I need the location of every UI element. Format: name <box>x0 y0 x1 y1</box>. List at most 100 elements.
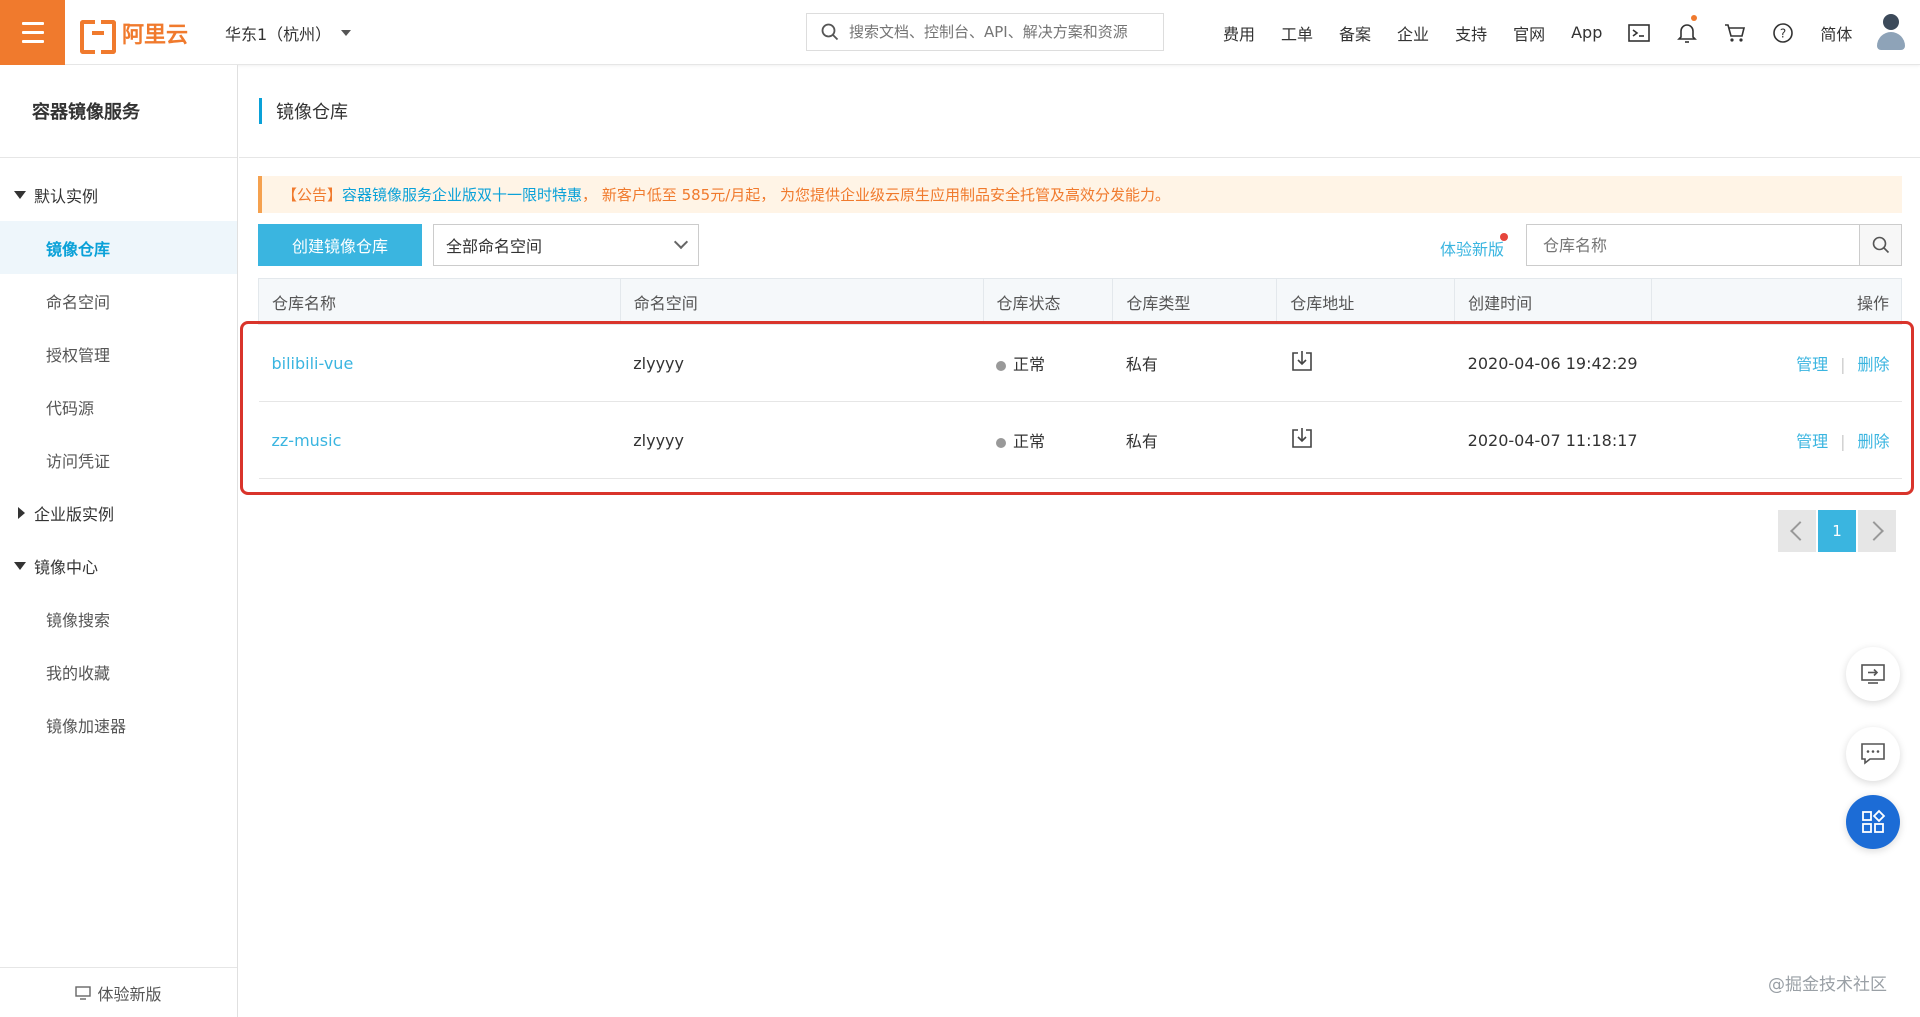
nav-website[interactable]: 官网 <box>1500 21 1558 45</box>
delete-link[interactable]: 删除 <box>1857 355 1889 374</box>
caret-down-icon <box>341 30 352 36</box>
repo-type: 私有 <box>1112 401 1277 479</box>
sidebar-item-repositories[interactable]: 镜像仓库 <box>0 221 237 274</box>
action-divider: | <box>1840 355 1846 374</box>
global-search[interactable] <box>806 13 1164 51</box>
sidebar-item-namespaces[interactable]: 命名空间 <box>0 274 237 327</box>
page-header: 镜像仓库 <box>239 65 1920 158</box>
apps-grid-icon <box>1862 809 1886 833</box>
action-divider: | <box>1840 432 1846 451</box>
sidebar-item-authorization[interactable]: 授权管理 <box>0 327 237 380</box>
manage-link[interactable]: 管理 <box>1796 432 1828 451</box>
namespace-select-value: 全部命名空间 <box>446 237 543 256</box>
repo-search-input[interactable] <box>1527 225 1859 265</box>
repo-created-time: 2020-04-06 19:42:29 <box>1454 324 1652 402</box>
cart-icon[interactable] <box>1711 0 1759 65</box>
avatar[interactable] <box>1876 14 1906 52</box>
sidebar: 容器镜像服务 默认实例 镜像仓库 命名空间 授权管理 代码源 访问凭证 企业版实… <box>0 65 238 1017</box>
sidebar-try-new-version[interactable]: 体验新版 <box>0 967 237 1017</box>
prev-page-button[interactable] <box>1778 510 1816 552</box>
manage-link[interactable]: 管理 <box>1796 355 1828 374</box>
svg-text:?: ? <box>1780 26 1786 40</box>
status-label: 正常 <box>1013 432 1046 451</box>
expand-down-icon <box>14 190 26 199</box>
notice-text: ， 新客户低至 585元/月起， 为您提供企业级云原生应用制品安全托管及高效分发… <box>582 186 1171 204</box>
search-icon <box>821 23 839 41</box>
repo-search-button[interactable] <box>1859 225 1901 265</box>
sidebar-group-label: 默认实例 <box>34 186 99 206</box>
sidebar-item-image-search[interactable]: 镜像搜索 <box>0 592 237 645</box>
repo-actions: 管理 | 删除 <box>1651 324 1902 402</box>
sidebar-item-access-credential[interactable]: 访问凭证 <box>0 433 237 486</box>
download-icon[interactable] <box>1290 426 1314 454</box>
sidebar-footer-label: 体验新版 <box>97 984 162 1004</box>
col-header-address: 仓库地址 <box>1276 278 1456 325</box>
status-dot-icon <box>996 437 1006 448</box>
nav-enterprise[interactable]: 企业 <box>1384 21 1442 45</box>
notice-link[interactable]: 容器镜像服务企业版 <box>342 184 477 205</box>
language-switch[interactable]: 简体 <box>1807 21 1865 45</box>
repo-namespace: zlyyyy <box>620 324 983 402</box>
namespace-select[interactable]: 全部命名空间 <box>433 224 699 266</box>
float-console-button[interactable] <box>1846 647 1900 701</box>
global-search-input[interactable] <box>849 23 1149 41</box>
sidebar-group-image-center[interactable]: 镜像中心 <box>0 539 237 592</box>
top-bar: 阿里云 华东1（杭州） 费用 工单 备案 企业 支持 官网 App ? 简体 <box>0 0 1920 65</box>
sidebar-group-default-instance[interactable]: 默认实例 <box>0 168 237 221</box>
chevron-left-icon <box>1790 521 1810 541</box>
search-icon <box>1872 236 1889 254</box>
region-selector[interactable]: 华东1（杭州） <box>225 21 352 45</box>
nav-fees[interactable]: 费用 <box>1210 21 1268 45</box>
col-header-status: 仓库状态 <box>982 278 1114 325</box>
sidebar-item-code-source[interactable]: 代码源 <box>0 380 237 433</box>
repo-created-time: 2020-04-07 11:18:17 <box>1454 401 1652 479</box>
region-label: 华东1（杭州） <box>225 25 332 44</box>
table-row: zz-music zlyyyy 正常 私有 2020-04-07 11:18:1… <box>258 401 1902 479</box>
repo-status: 正常 <box>983 401 1113 479</box>
repo-search <box>1526 224 1902 266</box>
col-header-actions: 操作 <box>1651 278 1902 325</box>
terminal-icon[interactable] <box>1615 0 1663 65</box>
nav-app[interactable]: App <box>1558 23 1615 42</box>
bell-icon[interactable] <box>1663 0 1711 65</box>
notice-prefix: 【公告】 <box>282 186 343 204</box>
repo-name-link[interactable]: zz-music <box>272 431 342 450</box>
create-repository-button[interactable]: 创建镜像仓库 <box>258 224 422 266</box>
page-number-current[interactable]: 1 <box>1818 510 1856 552</box>
repo-status: 正常 <box>983 324 1113 402</box>
notification-dot <box>1691 15 1698 21</box>
watermark: @掘金技术社区 <box>1768 975 1887 995</box>
float-apps-button[interactable] <box>1846 795 1900 849</box>
chevron-right-icon <box>1864 521 1884 541</box>
download-icon[interactable] <box>1290 349 1314 377</box>
nav-support[interactable]: 支持 <box>1442 21 1500 45</box>
col-header-type: 仓库类型 <box>1112 278 1278 325</box>
repo-namespace: zlyyyy <box>620 401 983 479</box>
chat-icon <box>1861 743 1885 765</box>
repo-name-link[interactable]: bilibili-vue <box>272 354 354 373</box>
expand-right-icon <box>18 506 25 519</box>
try-new-version-link[interactable]: 体验新版 <box>1440 236 1504 260</box>
float-chat-button[interactable] <box>1846 727 1900 781</box>
hamburger-menu-button[interactable] <box>0 0 65 65</box>
nav-tickets[interactable]: 工单 <box>1268 21 1326 45</box>
pagination: 1 <box>1778 510 1896 552</box>
sidebar-item-accelerator[interactable]: 镜像加速器 <box>0 698 237 751</box>
help-icon[interactable]: ? <box>1759 0 1807 65</box>
col-header-name: 仓库名称 <box>258 278 621 325</box>
notice-highlight-link[interactable]: 双十一限时特惠 <box>477 184 582 205</box>
sidebar-group-enterprise-instance[interactable]: 企业版实例 <box>0 486 237 539</box>
top-nav: 费用 工单 备案 企业 支持 官网 App ? 简体 <box>1210 0 1865 65</box>
aliyun-logo-icon <box>80 20 116 54</box>
nav-icp[interactable]: 备案 <box>1326 21 1384 45</box>
page-title: 镜像仓库 <box>276 102 348 123</box>
sidebar-item-favorites[interactable]: 我的收藏 <box>0 645 237 698</box>
title-accent-bar <box>259 98 262 124</box>
table-header-row: 仓库名称 命名空间 仓库状态 仓库类型 仓库地址 创建时间 操作 <box>258 278 1902 325</box>
col-header-created: 创建时间 <box>1454 278 1653 325</box>
sidebar-group-label: 企业版实例 <box>34 504 115 524</box>
chevron-down-icon <box>673 234 689 250</box>
delete-link[interactable]: 删除 <box>1857 432 1889 451</box>
next-page-button[interactable] <box>1858 510 1896 552</box>
brand-logo[interactable]: 阿里云 <box>80 17 188 54</box>
